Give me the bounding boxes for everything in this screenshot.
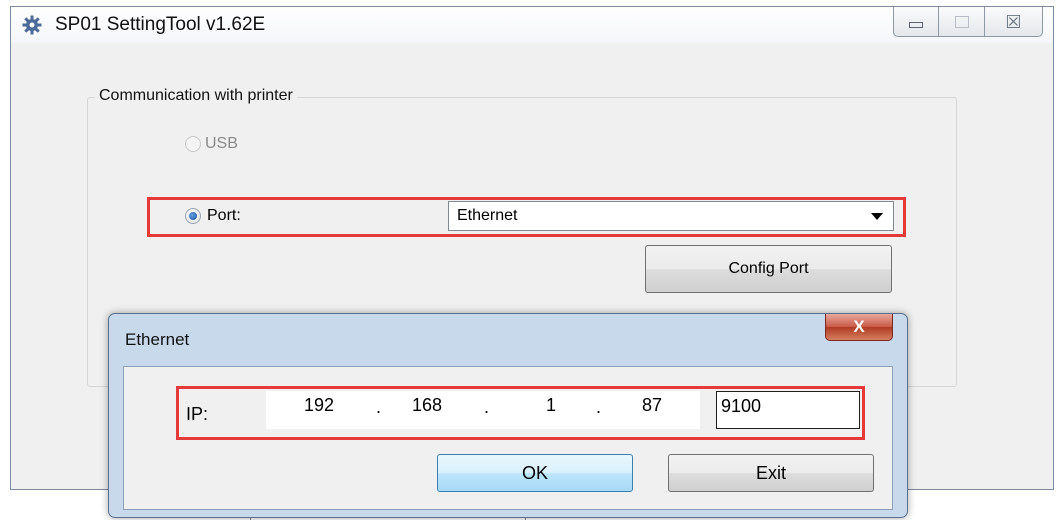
exit-button[interactable]: Exit: [668, 454, 874, 492]
groupbox-label: Communication with printer: [95, 87, 297, 105]
ok-button[interactable]: OK: [437, 454, 633, 492]
port-number-input[interactable]: 9100: [716, 391, 860, 429]
ip-octet-4[interactable]: 87: [642, 395, 662, 416]
ethernet-dialog: Ethernet X IP: 192 . 168 . 1 . 87 9100 O…: [108, 313, 908, 518]
maximize-button[interactable]: [939, 7, 985, 37]
dialog-title: Ethernet: [125, 330, 190, 349]
usb-label: USB: [205, 135, 238, 152]
ip-address-input[interactable]: 192 . 168 . 1 . 87: [266, 391, 700, 429]
config-port-button[interactable]: Config Port: [645, 245, 892, 293]
gear-icon: [21, 14, 43, 36]
window-title: SP01 SettingTool v1.62E: [55, 14, 266, 35]
minimize-icon: [909, 21, 923, 28]
close-icon: ☒: [1005, 11, 1022, 32]
dialog-body: IP: 192 . 168 . 1 . 87 9100 OK Exit: [123, 366, 893, 510]
close-button[interactable]: ☒: [985, 7, 1043, 37]
close-icon: X: [853, 317, 865, 336]
minimize-button[interactable]: [893, 7, 939, 37]
ip-octet-3[interactable]: 1: [546, 395, 556, 416]
ip-separator: .: [596, 397, 602, 417]
ip-separator: .: [376, 397, 382, 417]
maximize-icon: [954, 15, 969, 28]
port-type-value: Ethernet: [457, 207, 518, 224]
port-option[interactable]: Port:: [185, 207, 241, 225]
port-label: Port:: [207, 207, 241, 224]
config-port-label: Config Port: [728, 260, 809, 277]
ip-octet-2[interactable]: 168: [412, 395, 442, 416]
dropdown-arrow-icon[interactable]: [871, 213, 883, 220]
exit-label: Exit: [755, 462, 786, 483]
ip-octet-1[interactable]: 192: [304, 395, 334, 416]
ip-label: IP:: [186, 404, 209, 424]
port-type-select[interactable]: Ethernet: [448, 201, 894, 231]
ok-label: OK: [521, 462, 548, 483]
port-radio[interactable]: [185, 208, 201, 224]
usb-radio[interactable]: [185, 136, 201, 152]
dialog-close-button[interactable]: X: [825, 314, 893, 341]
window-controls: ☒: [893, 7, 1043, 37]
usb-option[interactable]: USB: [185, 135, 238, 153]
ip-separator: .: [484, 397, 490, 417]
titlebar[interactable]: SP01 SettingTool v1.62E ☒: [11, 7, 1053, 43]
